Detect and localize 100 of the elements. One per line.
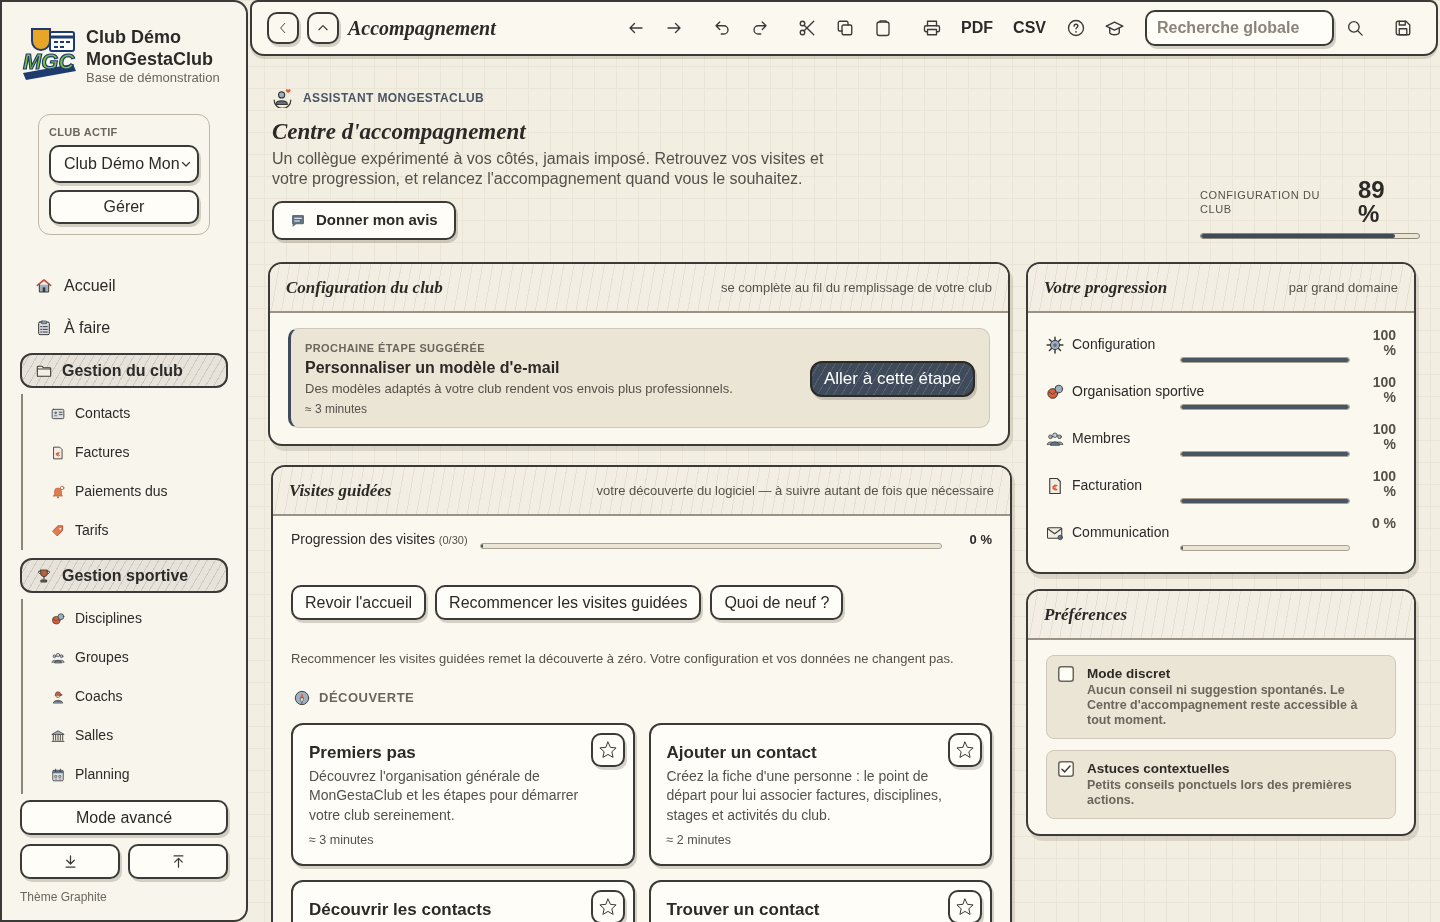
card-title: Votre progression	[1044, 276, 1168, 299]
eyebrow: ASSISTANT MONGESTACLUB	[303, 89, 485, 107]
graduation-cap-icon[interactable]	[1105, 18, 1124, 38]
export-button[interactable]: PDF	[961, 19, 994, 37]
upload-button[interactable]	[128, 844, 228, 879]
star-icon	[955, 739, 975, 760]
people-icon	[51, 650, 65, 665]
tour-action-button[interactable]: Recommencer les visites guidées	[435, 585, 702, 620]
nav-link[interactable]: Paiements dus	[51, 472, 228, 511]
download-button[interactable]	[20, 844, 120, 879]
export-button[interactable]: CSV	[1013, 19, 1046, 37]
invoice-icon	[51, 445, 65, 460]
star-icon	[597, 896, 618, 917]
domain-name: Membres	[1072, 429, 1131, 448]
intro-text: Un collègue expérimenté à vos côtés, jamais imposé. Retrouvez vos visites et votre progression, et relancez l'accompagnement quand vous le souhaitez.	[272, 149, 825, 189]
balls-icon	[1046, 382, 1064, 401]
checkbox[interactable]	[1058, 666, 1074, 682]
collapse-button[interactable]	[307, 12, 339, 44]
favorite-button[interactable]	[590, 889, 625, 922]
card-title: Configuration du club	[286, 276, 443, 299]
scissors-icon[interactable]	[798, 19, 817, 37]
calendar-icon	[51, 767, 65, 782]
favorite-button[interactable]	[590, 732, 625, 767]
nav-link[interactable]: Planning	[51, 755, 228, 794]
tour-action-button[interactable]: Quoi de neuf ?	[710, 585, 844, 620]
building-icon	[51, 728, 65, 743]
nav-group[interactable]: Gestion du club	[20, 353, 228, 388]
go-to-step-button[interactable]: Aller à cette étape	[809, 361, 975, 397]
nav-link[interactable]: Coachs	[51, 677, 228, 716]
nav-link[interactable]: Tarifs	[51, 511, 228, 550]
redo-icon[interactable]	[751, 19, 770, 37]
option-description: Aucun conseil ni suggestion spontanés. Le Centre d'accompagnement reste accessible à tout moment.	[1087, 683, 1359, 728]
tour-description: Créez la fiche d'une personne : le point de départ pour lui associer factures, disciplines, stages et activités du club.	[666, 766, 943, 825]
favorite-button[interactable]	[948, 732, 982, 767]
page-title: Accompagnement	[348, 16, 496, 42]
star-icon	[597, 739, 618, 760]
domain-percent: 0 %	[1370, 516, 1396, 531]
house-icon	[36, 278, 52, 294]
bell-icon	[51, 484, 65, 499]
tour-card[interactable]: Ajouter un contact Créez la fiche d'une personne : le point de départ pour lui associer factures, disciplines, stages et activités du club. ≈ 2 minutes	[648, 722, 992, 866]
tour-title: Découvrir les contacts	[309, 898, 492, 921]
search-field[interactable]: Recherche globale	[1145, 10, 1334, 46]
nav-link[interactable]: Factures	[51, 433, 228, 472]
next-step-duration: ≈ 3 minutes	[305, 402, 368, 417]
domain-name: Configuration	[1072, 335, 1156, 354]
config-percent: 89 %	[1358, 178, 1386, 226]
preference-option[interactable]: Astuces contextuelles Petits conseils ponctuels lors des premières actions.	[1046, 750, 1396, 819]
people-icon	[1046, 429, 1064, 448]
undo-icon[interactable]	[713, 19, 732, 37]
nav-link[interactable]: Groupes	[51, 638, 228, 677]
nav-link[interactable]: Accueil	[20, 265, 228, 307]
tour-card[interactable]: Premiers pas Découvrez l'organisation générale de MonGestaClub et les étapes pour démarrer votre club sereinement. ≈ 3 minutes	[291, 722, 635, 866]
save-icon[interactable]	[1394, 19, 1412, 37]
progress-percent: 0 %	[968, 530, 992, 549]
clipboard-list-icon	[36, 320, 52, 336]
section-title: Centre d'accompagnement	[272, 118, 526, 146]
card-title: Préférences	[1044, 603, 1128, 626]
option-title: Mode discret	[1087, 665, 1172, 682]
tour-card[interactable]: Découvrir les contacts	[291, 879, 635, 922]
tour-action-button[interactable]: Revoir l'accueil	[291, 585, 427, 620]
nav-group[interactable]: Gestion sportive	[20, 558, 228, 593]
search-icon[interactable]	[1346, 19, 1364, 37]
club-select[interactable]: Club Démo Mon	[49, 145, 199, 183]
domain-name: Communication	[1072, 523, 1170, 542]
preference-option[interactable]: Mode discret Aucun conseil ni suggestion spontanés. Le Centre d'accompagnement reste accessible à tout moment.	[1046, 655, 1396, 739]
nav-link[interactable]: Contacts	[51, 394, 228, 433]
printer-icon[interactable]	[923, 19, 942, 37]
compass-icon	[294, 689, 310, 706]
nav-link[interactable]: Salles	[51, 716, 228, 755]
domain-name: Organisation sportive	[1072, 382, 1205, 401]
speech-bubble-icon	[290, 212, 306, 229]
favorite-button[interactable]	[948, 889, 982, 922]
back-button[interactable]	[267, 12, 299, 44]
active-club-label: CLUB ACTIF	[49, 125, 119, 139]
tour-description: Découvrez l'organisation générale de MonGestaClub et les étapes pour démarrer votre club sereinement.	[309, 766, 580, 825]
progress-label: Progression des visites (0/30)	[291, 530, 468, 549]
theme-label: Thème Graphite	[20, 889, 108, 906]
gear-icon	[1046, 335, 1064, 354]
card-subtitle: par grand domaine	[1288, 278, 1398, 297]
clipboard-icon[interactable]	[874, 19, 893, 37]
domain-percent: 100 %	[1371, 375, 1396, 405]
option-description: Petits conseils ponctuels lors des premières actions.	[1087, 778, 1353, 808]
help-icon[interactable]	[1067, 19, 1085, 37]
nav-link[interactable]: À faire	[20, 307, 228, 349]
advanced-mode-button[interactable]: Mode avancé	[20, 800, 228, 835]
reset-note: Recommencer les visites guidées remet la découverte à zéro. Votre configuration et vos données ne changent pas.	[291, 651, 955, 667]
tour-title: Premiers pas	[309, 741, 416, 764]
tour-title: Trouver un contact	[666, 898, 820, 921]
next-step-title: Personnaliser un modèle d'e-mail	[305, 358, 561, 378]
copy-icon[interactable]	[836, 19, 855, 37]
next-step-description: Des modèles adaptés à votre club rendent vos envois plus professionnels.	[305, 380, 733, 397]
config-label: CONFIGURATION DU CLUB	[1200, 188, 1321, 216]
checkbox[interactable]	[1058, 761, 1074, 777]
tour-card[interactable]: Trouver un contact	[648, 879, 992, 922]
feedback-button[interactable]: Donner mon avis	[272, 201, 456, 240]
nav-link[interactable]: Disciplines	[51, 599, 228, 638]
domain-name: Facturation	[1072, 476, 1143, 495]
manage-button[interactable]: Gérer	[49, 190, 199, 224]
section-label: DÉCOUVERTE	[319, 689, 415, 707]
club-subtitle: Base de démonstration	[86, 70, 221, 86]
